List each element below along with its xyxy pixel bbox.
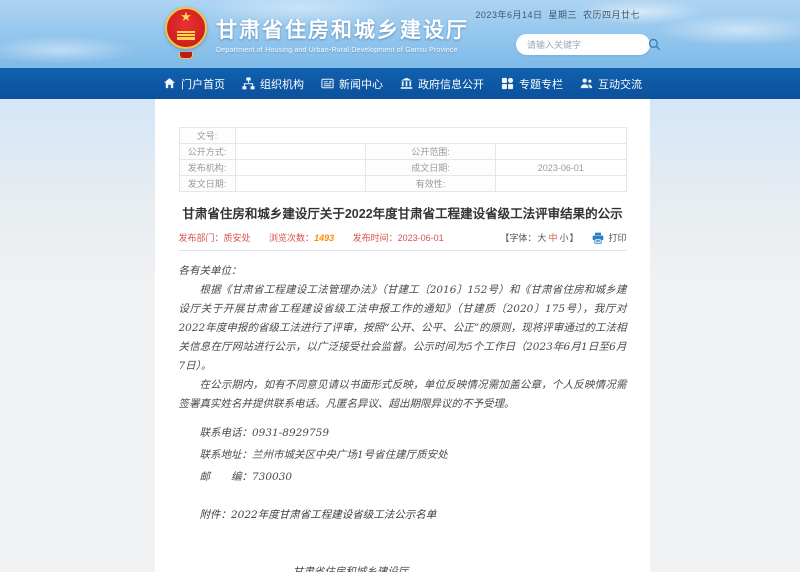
news-icon xyxy=(321,77,334,90)
meta-value-written-date: 2023-06-01 xyxy=(495,159,627,176)
doc-meta-table: 文号: 公开方式: 公开范围: 发布机构: 成文日期: 2023-06-01 发… xyxy=(178,127,627,192)
emblem-ribbon xyxy=(179,52,193,59)
nav-item-home[interactable]: 门户首页 xyxy=(163,76,225,92)
nav-item-gov-info[interactable]: 政府信息公开 xyxy=(400,76,484,92)
meta-label-issue-date: 发文日期: xyxy=(178,175,236,192)
paragraph: 根据《甘肃省工程建设工法管理办法》（甘建工〔2016〕152号）和《甘肃省住房和… xyxy=(178,284,627,372)
site-brand[interactable]: ★ 甘肃省住房和城乡建设厅 Department of Housing and … xyxy=(165,7,469,61)
home-icon xyxy=(163,77,176,90)
font-size-medium-button[interactable]: 中 xyxy=(548,233,557,243)
nav-item-label: 专题专栏 xyxy=(519,78,563,91)
date-text: 2023年6月14日 xyxy=(475,10,543,20)
view-count: 浏览次数：1493 xyxy=(269,233,335,243)
table-row: 文号: xyxy=(178,127,627,144)
contact-phone: 联系电话：0931-8929759 xyxy=(199,427,330,439)
content-background: 文号: 公开方式: 公开范围: 发布机构: 成文日期: 2023-06-01 发… xyxy=(0,99,800,572)
meta-value-issue-date xyxy=(234,175,366,192)
people-chat-icon xyxy=(580,77,593,90)
article-title: 甘肃省住房和城乡建设厅关于2022年度甘肃省工程建设省级工法评审结果的公示 xyxy=(182,207,623,221)
main-nav: 门户首页 组织机构 新闻中心 政府信息公开 专题专栏 互动交流 xyxy=(0,68,800,99)
print-label: 打印 xyxy=(608,233,627,243)
site-banner: ★ 甘肃省住房和城乡建设厅 Department of Housing and … xyxy=(0,0,800,68)
signature-block: 甘肃省住房和城乡建设厅 2023年6月1日 xyxy=(179,563,627,572)
table-row: 发布机构: 成文日期: 2023-06-01 xyxy=(178,159,627,176)
publish-dept: 发布部门：质安处 xyxy=(178,233,251,243)
nav-item-news[interactable]: 新闻中心 xyxy=(321,76,383,92)
brand-text: 甘肃省住房和城乡建设厅 Department of Housing and Ur… xyxy=(216,14,469,54)
lunar-date-text: 农历四月廿七 xyxy=(582,10,640,20)
meta-label-written-date: 成文日期: xyxy=(364,159,497,176)
national-emblem-logo: ★ xyxy=(165,7,207,61)
contact-address: 联系地址：兰州市城关区中央广场1号省住建厅质安处 xyxy=(199,449,448,461)
meta-value-disclosure-method xyxy=(234,143,366,160)
signature-org: 甘肃省住房和城乡建设厅 xyxy=(292,566,409,572)
salutation: 各有关单位： xyxy=(178,265,242,277)
paragraph: 在公示期内，如有不同意见请以书面形式反映，单位反映情况需加盖公章，个人反映情况需… xyxy=(178,379,627,410)
nav-item-label: 门户首页 xyxy=(181,78,225,91)
star-icon: ★ xyxy=(180,9,192,24)
font-size-large-button[interactable]: 大 xyxy=(537,233,546,243)
print-button[interactable]: 打印 xyxy=(592,231,627,244)
table-row: 公开方式: 公开范围: xyxy=(178,143,627,160)
article-meta-right: 【字体：大中小】 打印 xyxy=(500,231,627,244)
table-row: 发文日期: 有效性: xyxy=(178,175,627,192)
article-meta-bar: 发布部门：质安处 浏览次数：1493 发布时间：2023-06-01 【字体：大… xyxy=(178,231,627,251)
postcode: 邮 编：730030 xyxy=(199,471,293,483)
meta-label-validity: 有效性: xyxy=(364,175,497,192)
nav-item-interaction[interactable]: 互动交流 xyxy=(580,76,642,92)
meta-label-disclosure-method: 公开方式: xyxy=(178,143,236,160)
nav-item-label: 互动交流 xyxy=(598,78,642,91)
content-card: 文号: 公开方式: 公开范围: 发布机构: 成文日期: 2023-06-01 发… xyxy=(155,99,650,572)
org-chart-icon xyxy=(242,77,255,90)
font-size-control: 【字体：大中小】 xyxy=(500,233,579,243)
date-line: 2023年6月14日 星期三 农历四月廿七 xyxy=(469,8,640,21)
article-meta-left: 发布部门：质安处 浏览次数：1493 发布时间：2023-06-01 xyxy=(179,231,460,244)
emblem-circle: ★ xyxy=(165,7,207,49)
font-size-small-button[interactable]: 小 xyxy=(559,233,568,243)
grid-icon xyxy=(501,77,514,90)
article-body: 各有关单位： 根据《甘肃省工程建设工法管理办法》（甘建工〔2016〕152号）和… xyxy=(179,262,627,572)
gate-icon xyxy=(177,31,195,40)
site-subtitle: Department of Housing and Urban-Rural De… xyxy=(216,47,458,54)
meta-label-doc-number: 文号: xyxy=(178,127,236,144)
weekday-text: 星期三 xyxy=(548,10,577,20)
nav-item-label: 新闻中心 xyxy=(339,78,383,91)
page: ★ 甘肃省住房和城乡建设厅 Department of Housing and … xyxy=(0,0,800,572)
meta-value-disclosure-scope xyxy=(495,143,627,160)
search-icon[interactable] xyxy=(648,38,661,51)
meta-value-issuing-agency xyxy=(234,159,366,176)
nav-item-organization[interactable]: 组织机构 xyxy=(242,76,304,92)
publish-time: 发布时间：2023-06-01 xyxy=(352,233,444,243)
site-title: 甘肃省住房和城乡建设厅 xyxy=(216,19,469,42)
search-input[interactable] xyxy=(516,39,648,50)
printer-icon xyxy=(592,232,604,244)
gov-building-icon xyxy=(400,77,413,90)
nav-item-label: 政府信息公开 xyxy=(418,78,484,91)
search-box[interactable] xyxy=(516,34,661,55)
nav-item-label: 组织机构 xyxy=(260,78,304,91)
meta-label-disclosure-scope: 公开范围: xyxy=(364,143,497,160)
attachment-link[interactable]: 附件：2022年度甘肃省工程建设省级工法公示名单 xyxy=(179,506,627,525)
meta-value-doc-number xyxy=(234,127,627,144)
meta-value-validity xyxy=(495,175,627,192)
nav-item-special-topics[interactable]: 专题专栏 xyxy=(501,76,563,92)
meta-label-issuing-agency: 发布机构: xyxy=(178,159,236,176)
